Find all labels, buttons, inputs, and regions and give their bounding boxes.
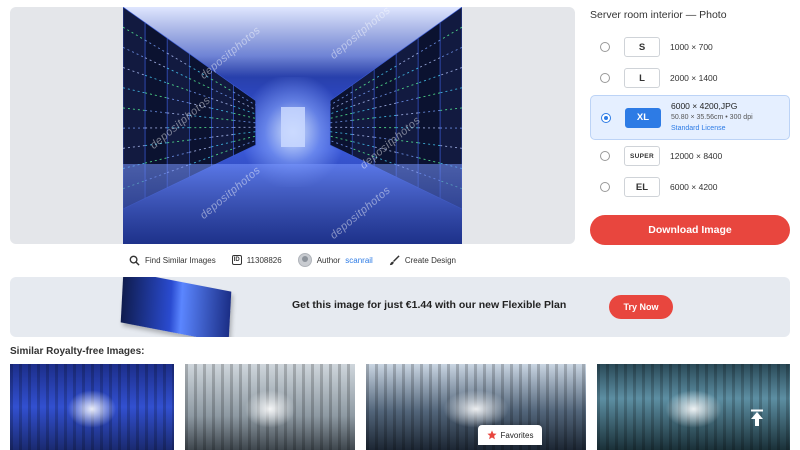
thumb-light (244, 389, 296, 429)
similar-image-thumb[interactable] (366, 364, 586, 450)
size-print-info: 50.80 × 35.56cm • 300 dpi (671, 114, 753, 121)
image-preview[interactable]: depositphotos depositphotos depositphoto… (10, 7, 575, 244)
author-avatar[interactable] (297, 253, 312, 267)
create-design-label: Create Design (404, 255, 456, 265)
size-radio[interactable] (600, 182, 610, 192)
similar-image-thumb[interactable] (185, 364, 355, 450)
size-detail: 6000 × 4200,JPG 50.80 × 35.56cm • 300 dp… (671, 101, 753, 134)
server-rack (211, 68, 234, 167)
size-dimensions: 1000 × 700 (670, 42, 713, 52)
size-chip: S (624, 37, 660, 57)
promo-banner: Get this image for just €1.44 with our n… (10, 277, 790, 337)
search-icon (129, 255, 140, 266)
image-meta-row: Find Similar Images ID 11308826 Author s… (10, 250, 575, 270)
download-button[interactable]: Download Image (590, 215, 790, 245)
size-radio[interactable] (600, 42, 610, 52)
scroll-to-top-button[interactable] (745, 406, 769, 430)
size-option-l[interactable]: L 2000 × 1400 (590, 64, 790, 92)
size-option-s[interactable]: S 1000 × 700 (590, 33, 790, 61)
size-chip: EL (624, 177, 660, 197)
favorites-label: Favorites (500, 430, 534, 440)
size-dimensions: 2000 × 1400 (670, 73, 718, 83)
size-radio[interactable] (600, 151, 610, 161)
size-radio-checked[interactable] (601, 112, 611, 123)
author-label: Author (316, 255, 341, 265)
size-option-el[interactable]: EL 6000 × 4200 (590, 173, 790, 201)
star-icon (486, 430, 497, 440)
id-icon: ID (231, 255, 242, 265)
create-design-link[interactable]: Create Design (389, 254, 456, 266)
similar-image-thumb[interactable] (10, 364, 174, 450)
corridor-door (281, 107, 305, 147)
try-now-button[interactable]: Try Now (609, 295, 673, 319)
image-id-value: 11308826 (246, 255, 282, 265)
author-info: Author scanrail (297, 253, 373, 267)
similar-images-heading: Similar Royalty-free Images: (10, 346, 145, 357)
size-dimensions: 6000 × 4200,JPG (671, 101, 738, 111)
size-option-xl[interactable]: XL 6000 × 4200,JPG 50.80 × 35.56cm • 300… (590, 95, 790, 140)
author-link[interactable]: scanrail (345, 256, 373, 265)
size-dimensions: 12000 × 8400 (670, 151, 723, 161)
license-link[interactable]: Standard License (671, 123, 753, 134)
image-id: ID 11308826 (231, 255, 282, 265)
server-room-photo[interactable]: depositphotos depositphotos depositphoto… (123, 7, 462, 244)
promo-image (120, 277, 232, 337)
thumb-light (443, 389, 509, 429)
find-similar-label: Find Similar Images (145, 255, 216, 265)
size-chip: XL (625, 107, 661, 128)
size-radio[interactable] (600, 73, 610, 83)
find-similar-link[interactable]: Find Similar Images (129, 255, 216, 266)
favorites-tab[interactable]: Favorites (478, 425, 542, 445)
size-chip: SUPER (624, 146, 660, 166)
brush-icon (389, 254, 400, 265)
size-option-super[interactable]: SUPER 12000 × 8400 (590, 142, 790, 170)
photo-floor (123, 164, 462, 244)
size-dimensions: 6000 × 4200 (670, 182, 718, 192)
size-chip: L (624, 68, 660, 88)
thumb-light (67, 389, 117, 429)
promo-text: Get this image for just €1.44 with our n… (292, 299, 567, 311)
thumb-light (664, 389, 723, 429)
image-title: Server room interior — Photo (590, 9, 727, 21)
arrow-up-icon (751, 409, 763, 426)
